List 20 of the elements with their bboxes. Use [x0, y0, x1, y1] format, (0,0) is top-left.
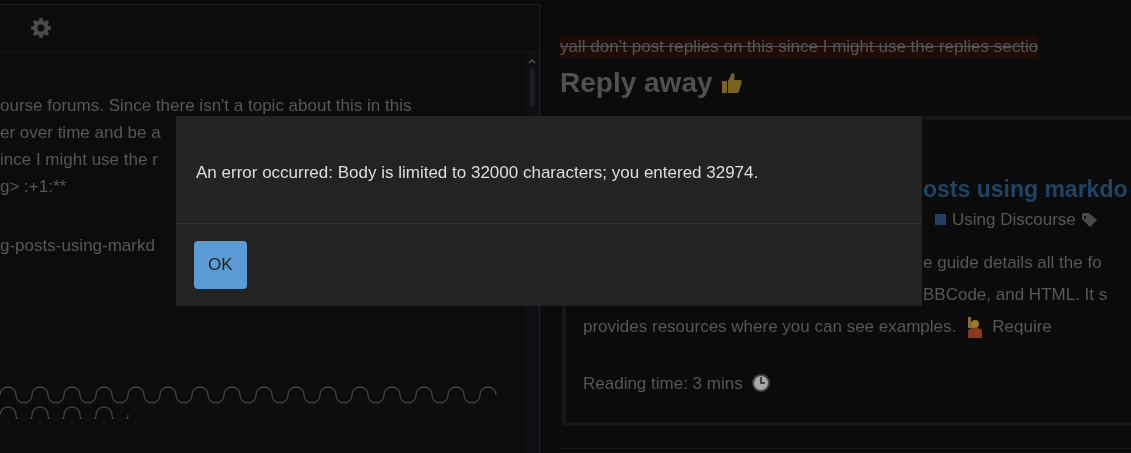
ok-button[interactable]: OK	[194, 241, 247, 289]
tag-icon	[1081, 212, 1100, 227]
onebox-title-link[interactable]: osts using markdo	[923, 171, 1128, 206]
clock-icon	[750, 373, 771, 394]
struck-through-text: yall don’t post replies on this since I might use the replies sectio	[560, 36, 1039, 58]
editor-text-line: g-posts-using-markd	[0, 235, 155, 257]
editor-text-line: g> :+1:**	[0, 176, 67, 198]
editor-text-line: er over time and be a	[0, 122, 161, 144]
scroll-up-icon[interactable]	[528, 58, 536, 64]
excerpt-text: Require	[992, 315, 1052, 338]
heading: Reply away	[560, 65, 713, 100]
category-link[interactable]: Using Discourse	[952, 207, 1076, 233]
excerpt-text: provides resources where you can see examples.	[583, 315, 957, 338]
excerpt-text: e guide details all the fo	[923, 251, 1103, 274]
editor-text-line: ince I might use the r	[0, 149, 158, 171]
reading-time: Reading time: 3 mins	[583, 372, 743, 395]
editor-text-line: ourse forums. Since there isn't a topic about this in this	[0, 95, 412, 117]
settings-icon[interactable]	[31, 18, 51, 38]
error-message: An error occurred: Body is limited to 32000 characters; you entered 32974.	[176, 116, 922, 224]
excerpt-text: BBCode, and HTML. It s	[923, 283, 1109, 306]
